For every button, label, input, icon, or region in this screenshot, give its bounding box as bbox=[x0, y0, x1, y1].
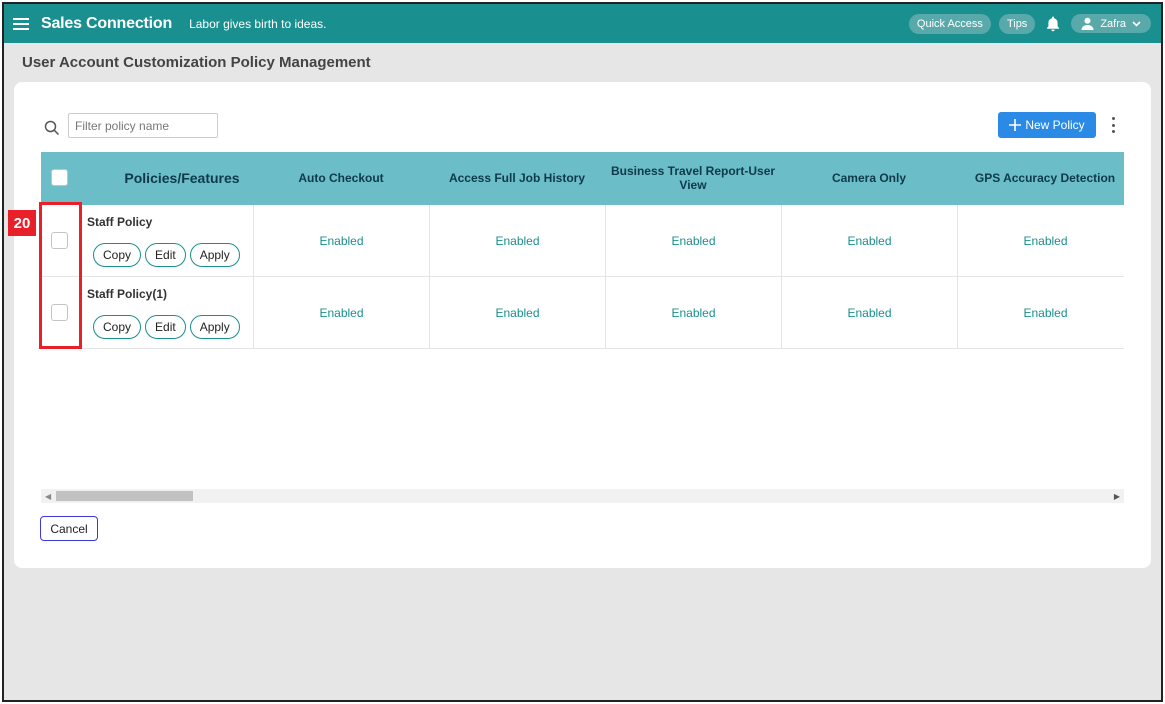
cell-business-travel-report: Enabled bbox=[605, 277, 781, 349]
policy-name: Staff Policy bbox=[87, 215, 153, 229]
quick-access-button[interactable]: Quick Access bbox=[908, 13, 991, 34]
policy-table: Policies/Features Auto Checkout Access F… bbox=[41, 152, 1124, 422]
cell-auto-checkout: Enabled bbox=[253, 205, 429, 277]
filter-policy-input[interactable] bbox=[68, 113, 218, 138]
cell-gps-accuracy-detection: Enabled bbox=[957, 277, 1124, 349]
bell-icon[interactable] bbox=[1043, 14, 1063, 34]
cancel-button[interactable]: Cancel bbox=[40, 516, 98, 541]
edit-button[interactable]: Edit bbox=[145, 315, 186, 339]
app-brand: Sales Connection bbox=[41, 14, 173, 32]
plus-icon bbox=[1009, 119, 1022, 131]
horizontal-scrollbar[interactable]: ◀ ▶ bbox=[41, 489, 1124, 503]
copy-button[interactable]: Copy bbox=[93, 315, 142, 339]
user-menu[interactable]: Zafra bbox=[1071, 14, 1151, 33]
table-header: Policies/Features Auto Checkout Access F… bbox=[41, 152, 1124, 205]
chevron-down-icon bbox=[1132, 20, 1141, 27]
select-all-checkbox[interactable] bbox=[51, 169, 68, 186]
header-policies-features: Policies/Features bbox=[124, 170, 240, 187]
new-policy-label: New Policy bbox=[1025, 118, 1085, 132]
tips-button[interactable]: Tips bbox=[998, 13, 1036, 34]
top-bar: Sales Connection Labor gives birth to id… bbox=[4, 4, 1161, 43]
cell-camera-only: Enabled bbox=[781, 205, 957, 277]
user-icon bbox=[1081, 17, 1094, 30]
cell-access-full-job-history: Enabled bbox=[429, 277, 605, 349]
cell-gps-accuracy-detection: Enabled bbox=[957, 205, 1124, 277]
menu-icon[interactable] bbox=[4, 4, 38, 43]
cell-auto-checkout: Enabled bbox=[253, 277, 429, 349]
table-row: Staff Policy Copy Edit Apply Enabled Ena… bbox=[41, 205, 1124, 277]
app-window: Sales Connection Labor gives birth to id… bbox=[2, 2, 1163, 702]
header-business-travel-report: Business Travel Report-User View bbox=[610, 163, 776, 192]
user-name: Zafra bbox=[1100, 17, 1126, 30]
policy-name: Staff Policy(1) bbox=[87, 287, 168, 301]
app-tagline: Labor gives birth to ideas. bbox=[189, 16, 327, 31]
header-auto-checkout: Auto Checkout bbox=[298, 170, 384, 185]
apply-button[interactable]: Apply bbox=[189, 315, 240, 339]
cell-camera-only: Enabled bbox=[781, 277, 957, 349]
annotation-badge: 20 bbox=[8, 210, 36, 236]
scroll-right-arrow-icon[interactable]: ▶ bbox=[1114, 492, 1120, 501]
header-gps-accuracy-detection: GPS Accuracy Detection bbox=[974, 170, 1116, 185]
scroll-thumb[interactable] bbox=[56, 491, 193, 501]
more-options-icon[interactable] bbox=[1108, 115, 1118, 135]
policy-card: New Policy Policies/Features Auto Checko… bbox=[14, 82, 1151, 568]
cell-access-full-job-history: Enabled bbox=[429, 205, 605, 277]
annotation-highlight-box bbox=[39, 202, 82, 349]
copy-button[interactable]: Copy bbox=[93, 243, 142, 267]
edit-button[interactable]: Edit bbox=[145, 243, 186, 267]
scroll-left-arrow-icon[interactable]: ◀ bbox=[45, 492, 51, 501]
apply-button[interactable]: Apply bbox=[189, 243, 240, 267]
new-policy-button[interactable]: New Policy bbox=[998, 112, 1096, 138]
header-access-full-job-history: Access Full Job History bbox=[448, 170, 586, 185]
table-row: Staff Policy(1) Copy Edit Apply Enabled … bbox=[41, 277, 1124, 349]
header-camera-only: Camera Only bbox=[831, 170, 907, 185]
cell-business-travel-report: Enabled bbox=[605, 205, 781, 277]
search-icon bbox=[44, 120, 60, 136]
page-title: User Account Customization Policy Manage… bbox=[22, 54, 371, 71]
